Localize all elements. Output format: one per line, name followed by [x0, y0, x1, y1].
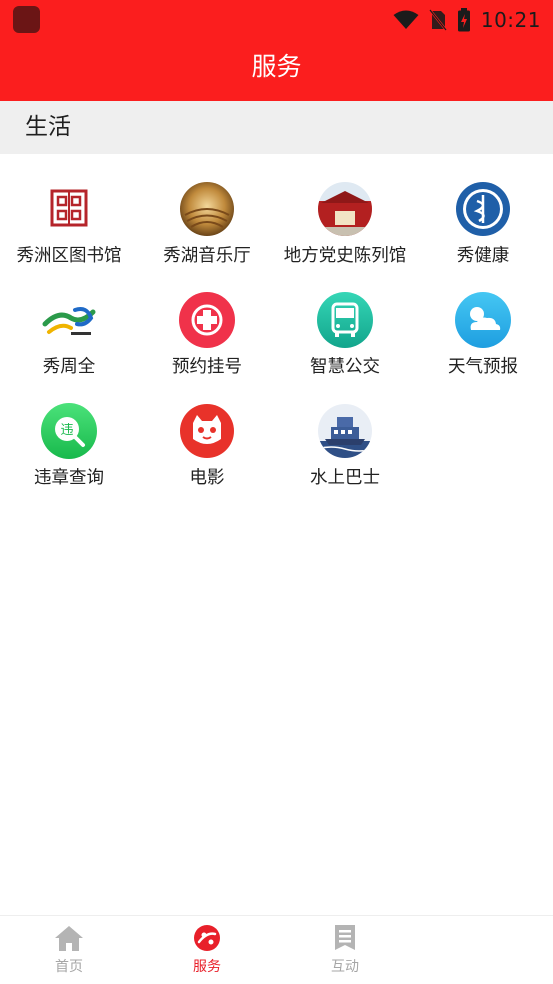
bus-icon — [317, 292, 373, 348]
section-header: 生活 — [0, 101, 553, 154]
service-weather[interactable]: 天气预报 — [414, 265, 552, 377]
service-health[interactable]: 秀健康 — [414, 154, 552, 266]
xiu-zhouquan-logo-icon — [42, 307, 96, 335]
service-xiu-zhouquan[interactable]: 秀周全 — [0, 265, 138, 377]
service-label: 秀洲区图书馆 — [16, 246, 122, 266]
service-museum[interactable]: 地方党史陈列馆 — [276, 154, 414, 266]
no-sim-icon — [428, 9, 447, 31]
library-seal-icon — [50, 189, 88, 227]
service-library[interactable]: 秀洲区图书馆 — [0, 154, 138, 266]
service-label: 违章查询 — [34, 468, 104, 488]
status-bar: 10:21 — [0, 0, 553, 40]
water-bus-icon — [318, 404, 372, 458]
app-header: 服务 — [0, 40, 553, 101]
movie-cat-icon — [180, 404, 234, 458]
service-concert-hall[interactable]: 秀湖音乐厅 — [138, 154, 276, 266]
clock: 10:21 — [480, 8, 541, 32]
battery-charging-icon — [457, 8, 470, 32]
bottom-nav: 首页 服务 互动 — [0, 915, 553, 984]
tab-interaction[interactable]: 互动 — [276, 916, 414, 984]
service-violation[interactable]: 违 违章查询 — [0, 376, 138, 488]
service-label: 预约挂号 — [172, 357, 242, 377]
page-title: 服务 — [251, 52, 302, 81]
museum-building-icon — [318, 182, 372, 236]
service-label: 秀湖音乐厅 — [163, 246, 251, 266]
concert-hall-icon — [180, 182, 234, 236]
service-label: 智慧公交 — [310, 357, 380, 377]
service-movie[interactable]: 电影 — [138, 376, 276, 488]
tab-label: 互动 — [331, 959, 359, 975]
section-label: 生活 — [25, 114, 71, 140]
service-label: 秀健康 — [456, 246, 510, 266]
interaction-icon — [335, 925, 355, 950]
violation-search-icon: 违 — [41, 403, 97, 459]
service-label: 水上巴士 — [310, 468, 380, 488]
tab-label: 首页 — [55, 959, 83, 975]
services-icon — [194, 925, 220, 951]
wifi-icon — [393, 10, 419, 29]
weather-icon — [455, 292, 511, 348]
health-badge-icon — [456, 182, 510, 236]
service-appointment[interactable]: 预约挂号 — [138, 265, 276, 377]
service-label: 天气预报 — [448, 357, 518, 377]
service-smart-bus[interactable]: 智慧公交 — [276, 265, 414, 377]
home-icon — [55, 926, 83, 951]
service-label: 电影 — [189, 468, 225, 488]
service-water-bus[interactable]: 水上巴士 — [276, 376, 414, 488]
medical-cross-icon — [179, 292, 235, 348]
tab-home[interactable]: 首页 — [0, 916, 138, 984]
tab-services[interactable]: 服务 — [138, 916, 276, 984]
service-label: 秀周全 — [42, 357, 96, 377]
tab-label: 服务 — [193, 959, 221, 975]
status-icons: 10:21 — [393, 6, 541, 34]
notification-app-icon — [13, 6, 40, 33]
svg-text:违: 违 — [60, 423, 73, 438]
service-label: 地方党史陈列馆 — [283, 246, 407, 266]
